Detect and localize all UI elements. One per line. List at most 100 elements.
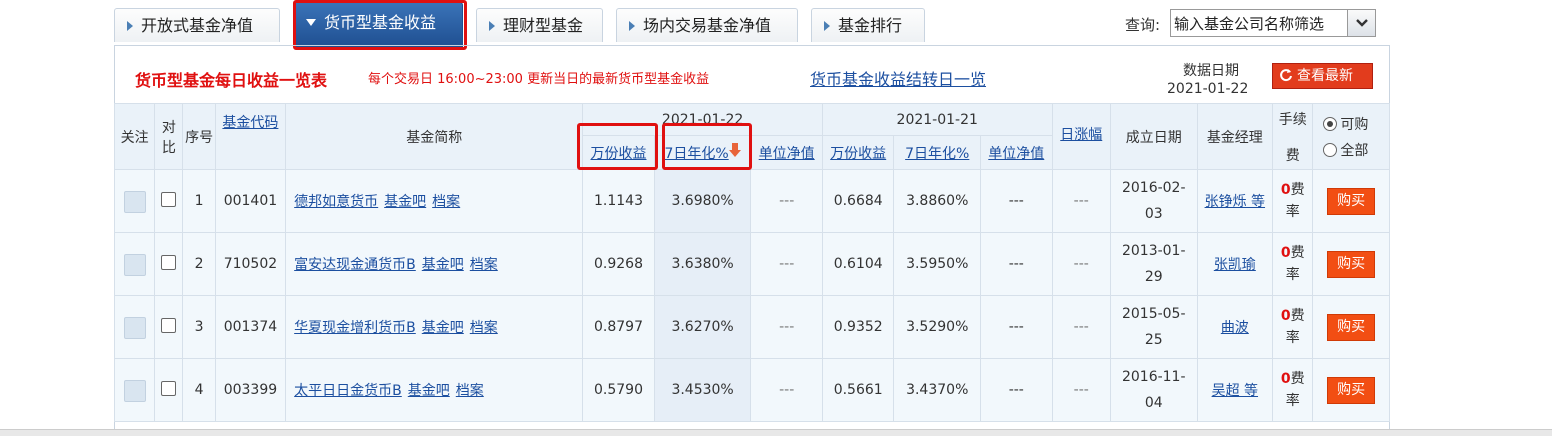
manager-cell[interactable]: 吴超 等: [1196, 358, 1274, 422]
header-wan-previous[interactable]: 万份收益: [821, 135, 895, 170]
unit-current-cell: ---: [750, 169, 823, 233]
buy-cell: 购买: [1312, 358, 1390, 422]
fee-cell: 0费率: [1272, 358, 1314, 422]
dropdown-button[interactable]: [1347, 9, 1376, 37]
chevron-down-icon: [1355, 19, 1368, 27]
manager-link[interactable]: 曲波: [1221, 320, 1249, 336]
tab-exchange-fund-nav[interactable]: 场内交易基金净值: [616, 8, 798, 42]
compare-checkbox[interactable]: [161, 317, 177, 333]
fund-doc-link[interactable]: 档案: [470, 320, 498, 336]
header-code[interactable]: 基金代码: [214, 103, 287, 170]
data-date-label: 数据日期: [1183, 63, 1239, 79]
unit-current-cell: ---: [750, 232, 823, 296]
fee-rate-value: 0: [1280, 371, 1291, 387]
tab-wealth-fund[interactable]: 理财型基金: [476, 8, 603, 42]
compare-checkbox[interactable]: [161, 191, 177, 207]
compare-cell[interactable]: [154, 232, 184, 296]
radio-buyable[interactable]: 可购: [1323, 114, 1389, 134]
index-cell: 1: [182, 169, 216, 233]
fund-bar-link[interactable]: 基金吧: [422, 320, 464, 336]
fund-name-link[interactable]: 德邦如意货币: [294, 194, 378, 210]
wan-current-cell: 0.5790: [582, 358, 655, 422]
manager-link[interactable]: 张凯瑜: [1214, 257, 1256, 273]
fund-name-link[interactable]: 华夏现金增利货币B: [294, 320, 416, 336]
tab-fund-ranking[interactable]: 基金排行: [811, 8, 925, 42]
name-cell: 富安达现金通货币B 基金吧 档案: [285, 232, 584, 296]
manager-cell[interactable]: 曲波: [1196, 295, 1274, 359]
data-date-value: 2021-01-22: [1167, 81, 1249, 97]
refresh-icon: [1280, 69, 1292, 82]
founded-cell: 2016-11- 04: [1109, 358, 1198, 422]
star-icon[interactable]: [123, 317, 146, 339]
header-qiri-previous[interactable]: 7日年化%: [893, 135, 982, 170]
compare-cell[interactable]: [154, 295, 184, 359]
header-unit-previous[interactable]: 单位净值: [980, 135, 1053, 170]
highlight-box: [577, 123, 658, 170]
name-cell: 德邦如意货币 基金吧 档案: [285, 169, 584, 233]
fee-rate-value: 0: [1280, 308, 1291, 324]
buy-button[interactable]: 购买: [1327, 313, 1376, 341]
code-cell: 003399: [214, 358, 287, 422]
header-date-previous: 2021-01-21: [821, 103, 1053, 136]
tab-label: 场内交易基金净值: [643, 16, 772, 35]
buy-button[interactable]: 购买: [1327, 187, 1376, 215]
buy-cell: 购买: [1312, 232, 1390, 296]
manager-cell[interactable]: 张铮烁 等: [1196, 169, 1274, 233]
compare-cell[interactable]: [154, 358, 184, 422]
star-icon[interactable]: [123, 254, 146, 276]
refresh-label: 查看最新: [1297, 68, 1353, 84]
follow-cell[interactable]: [113, 295, 156, 359]
fund-bar-link[interactable]: 基金吧: [422, 257, 464, 273]
fee-rate-value: 0: [1280, 182, 1291, 198]
fund-name-link[interactable]: 富安达现金通货币B: [294, 257, 416, 273]
tab-label: 基金排行: [838, 16, 903, 35]
radio-all[interactable]: 全部: [1323, 140, 1389, 160]
compare-checkbox[interactable]: [161, 254, 177, 270]
fund-doc-link[interactable]: 档案: [470, 257, 498, 273]
header-unit-current[interactable]: 单位净值: [750, 135, 823, 170]
manager-link[interactable]: 吴超 等: [1212, 383, 1258, 399]
unit-previous-cell: ---: [980, 232, 1053, 296]
fee-cell: 0费率: [1272, 169, 1314, 233]
daily-change-cell: ---: [1051, 232, 1111, 296]
buy-button[interactable]: 购买: [1327, 250, 1376, 278]
buy-cell: 购买: [1312, 295, 1390, 359]
triangle-right-icon: [127, 20, 133, 31]
wan-previous-cell: 0.5661: [821, 358, 895, 422]
tab-open-fund-nav[interactable]: 开放式基金净值: [114, 8, 280, 42]
triangle-right-icon: [489, 20, 495, 31]
triangle-right-icon: [824, 20, 830, 31]
triangle-right-icon: [629, 20, 635, 31]
carryover-date-link[interactable]: 货币基金收益结转日一览: [810, 66, 986, 90]
wan-previous-cell: 0.9352: [821, 295, 895, 359]
radio-on-icon: [1323, 116, 1338, 131]
index-cell: 4: [182, 358, 216, 422]
header-daily-change[interactable]: 日涨幅: [1051, 103, 1111, 170]
star-icon[interactable]: [123, 191, 146, 213]
manager-link[interactable]: 张铮烁 等: [1205, 194, 1265, 210]
search-input[interactable]: [1170, 9, 1348, 37]
daily-change-cell: ---: [1051, 169, 1111, 233]
fund-bar-link[interactable]: 基金吧: [384, 194, 426, 210]
fund-bar-link[interactable]: 基金吧: [408, 383, 450, 399]
follow-cell[interactable]: [113, 232, 156, 296]
unit-current-cell: ---: [750, 358, 823, 422]
table-row: 4 003399 太平日日金货币B 基金吧 档案 0.5790 3.4530% --- 0.56…: [113, 358, 1390, 422]
manager-cell[interactable]: 张凯瑜: [1196, 232, 1274, 296]
compare-checkbox[interactable]: [161, 380, 177, 396]
fund-doc-link[interactable]: 档案: [456, 383, 484, 399]
code-cell: 710502: [214, 232, 287, 296]
star-icon[interactable]: [123, 380, 146, 402]
search-label: 查询:: [1125, 16, 1161, 34]
index-cell: 3: [182, 295, 216, 359]
code-cell: 001401: [214, 169, 287, 233]
refresh-button[interactable]: 查看最新: [1272, 63, 1373, 89]
update-note: 每个交易日 16:00~23:00 更新当日的最新货币型基金收益: [368, 72, 710, 87]
compare-cell[interactable]: [154, 169, 184, 233]
follow-cell[interactable]: [113, 358, 156, 422]
buy-button[interactable]: 购买: [1327, 376, 1376, 404]
follow-cell[interactable]: [113, 169, 156, 233]
fund-doc-link[interactable]: 档案: [432, 194, 460, 210]
fund-name-link[interactable]: 太平日日金货币B: [294, 383, 402, 399]
unit-previous-cell: ---: [980, 169, 1053, 233]
